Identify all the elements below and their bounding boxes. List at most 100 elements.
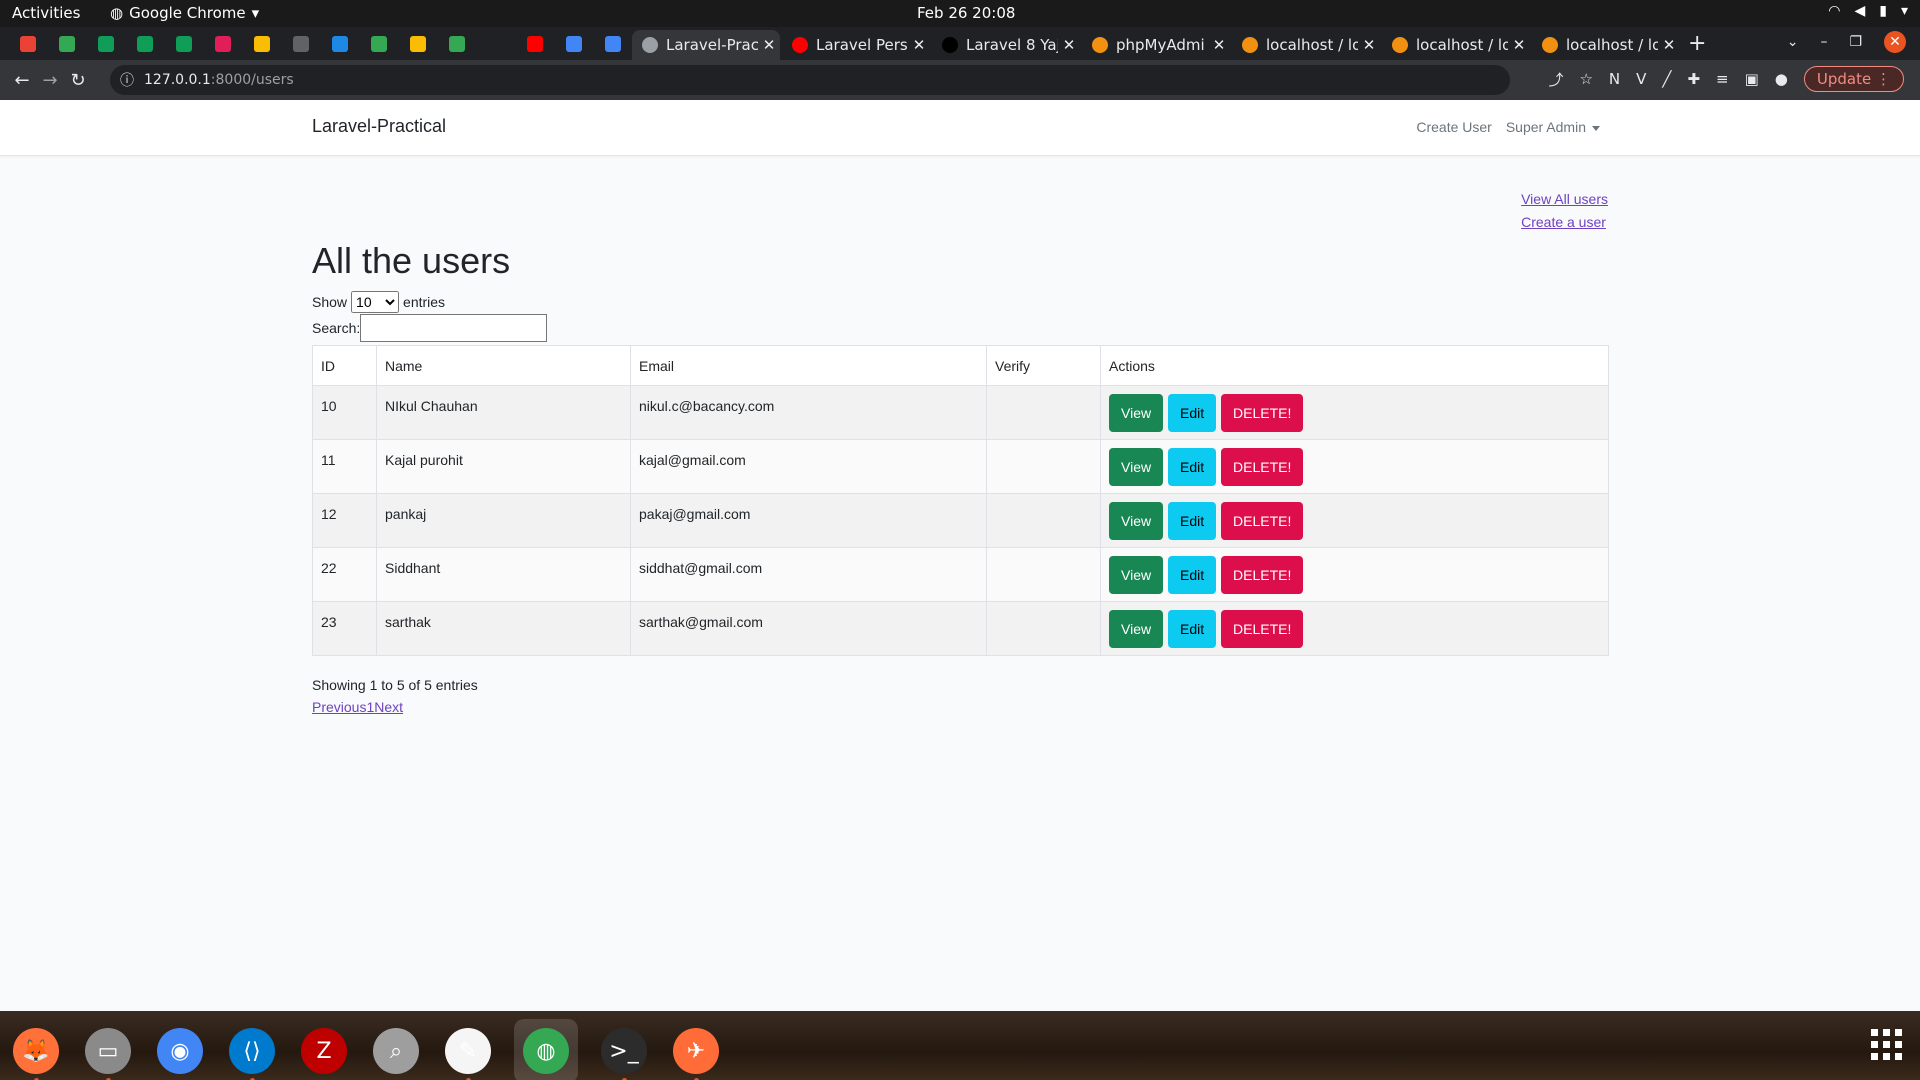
browser-tab[interactable]: localhost / lo ✕ [1232, 30, 1380, 60]
text-editor-icon[interactable]: ✎ [442, 1025, 494, 1080]
forward-button[interactable]: → [36, 70, 64, 91]
edit-button[interactable]: Edit [1167, 448, 1217, 486]
edit-button[interactable]: Edit [1167, 556, 1217, 594]
activities-button[interactable]: Activities [12, 4, 80, 22]
view-all-users-link[interactable]: View All users [1521, 188, 1608, 211]
postman-icon[interactable]: ✈ [670, 1025, 722, 1080]
pinned-tab[interactable] [133, 32, 157, 56]
pinned-tab[interactable] [211, 32, 235, 56]
browser-tab[interactable]: Laravel-Practi✕ [632, 30, 780, 60]
show-apps-grid-icon[interactable] [1871, 1029, 1902, 1060]
filezilla-icon[interactable]: Z [298, 1025, 350, 1077]
restore-button[interactable]: ❐ [1849, 34, 1862, 50]
prev-page-link[interactable]: Previous [312, 699, 366, 715]
pinned-tab[interactable] [601, 32, 625, 56]
tab-close-icon[interactable]: ✕ [1208, 36, 1230, 54]
browser-tab[interactable]: phpMyAdmi ✕ [1082, 30, 1230, 60]
pinned-tab-favicon-icon [488, 35, 504, 52]
chrome-icon[interactable]: ◍ [514, 1019, 578, 1080]
pinned-tab[interactable] [562, 32, 586, 56]
bookmark-star-icon[interactable]: ☆ [1579, 70, 1592, 88]
header-actions[interactable]: Actions [1100, 345, 1609, 386]
tab-close-icon[interactable]: ✕ [758, 36, 780, 54]
next-page-link[interactable]: Next [374, 699, 403, 715]
minimize-button[interactable]: – [1820, 34, 1827, 50]
user-menu[interactable]: Super Admin [1506, 119, 1600, 135]
search-label: Search: [312, 320, 361, 336]
delete-button[interactable]: DELETE! [1221, 556, 1304, 594]
extension-icon[interactable]: V [1636, 70, 1646, 88]
pinned-tab[interactable] [406, 32, 430, 56]
clock[interactable]: Feb 26 20:08 [917, 4, 1015, 22]
browser-tab[interactable]: localhost / lo ✕ [1532, 30, 1680, 60]
pinned-tab[interactable] [367, 32, 391, 56]
chromium-icon[interactable]: ◉ [154, 1025, 206, 1077]
view-button[interactable]: View [1109, 610, 1164, 648]
view-button[interactable]: View [1109, 556, 1164, 594]
pinned-tab[interactable] [250, 32, 274, 56]
files-icon[interactable]: ▭ [82, 1025, 134, 1080]
vscode-icon[interactable]: ⟨⟩ [226, 1025, 278, 1080]
header-verify[interactable]: Verify [986, 345, 1101, 386]
page-length-select[interactable]: 10 [351, 291, 400, 313]
pinned-tab[interactable] [484, 32, 508, 56]
dock: 🦊 ▭ ◉ ⟨⟩ Z ⌕ ✎ ◍ >_ ✈ [0, 1011, 1920, 1080]
edit-button[interactable]: Edit [1167, 502, 1217, 540]
site-info-icon[interactable]: ⓘ [120, 70, 134, 90]
browser-tab[interactable]: Laravel Perso ✕ [782, 30, 930, 60]
cell-name: sarthak [376, 601, 631, 656]
browser-tab[interactable]: localhost / lo ✕ [1382, 30, 1530, 60]
header-name[interactable]: Name [376, 345, 631, 386]
extensions-puzzle-icon[interactable]: ✚ [1687, 70, 1700, 88]
page-title: All the users [312, 240, 511, 281]
pinned-tab[interactable] [523, 32, 547, 56]
tab-close-icon[interactable]: ✕ [1508, 36, 1530, 54]
pinned-tab[interactable] [172, 32, 196, 56]
view-button[interactable]: View [1109, 394, 1164, 432]
extension-icon[interactable]: N [1609, 70, 1620, 88]
delete-button[interactable]: DELETE! [1221, 394, 1304, 432]
delete-button[interactable]: DELETE! [1221, 502, 1304, 540]
reload-button[interactable]: ↻ [64, 70, 92, 91]
nav-create-user[interactable]: Create User [1416, 119, 1491, 135]
view-button[interactable]: View [1109, 448, 1164, 486]
back-button[interactable]: ← [8, 70, 36, 91]
tab-search-icon[interactable]: ⌄ [1787, 34, 1799, 50]
tab-close-icon[interactable]: ✕ [908, 36, 930, 54]
terminal-icon[interactable]: >_ [598, 1025, 650, 1080]
image-viewer-icon[interactable]: ⌕ [370, 1025, 422, 1077]
create-user-link[interactable]: Create a user [1521, 211, 1608, 234]
view-button[interactable]: View [1109, 502, 1164, 540]
side-panel-icon[interactable]: ▣ [1745, 70, 1759, 88]
pinned-tab[interactable] [94, 32, 118, 56]
pinned-tab[interactable] [328, 32, 352, 56]
edit-button[interactable]: Edit [1167, 610, 1217, 648]
delete-button[interactable]: DELETE! [1221, 610, 1304, 648]
address-bar[interactable]: ⓘ 127.0.0.1:8000/users [110, 65, 1510, 95]
pinned-tab[interactable] [445, 32, 469, 56]
tab-close-icon[interactable]: ✕ [1658, 36, 1680, 54]
share-icon[interactable]: ⤴ [1548, 69, 1563, 90]
app-menu[interactable]: ◍ Google Chrome ▾ [110, 4, 259, 22]
new-tab-button[interactable]: + [1688, 31, 1706, 56]
system-tray[interactable]: ◠ ◀ ▮ ▾ [1828, 3, 1908, 19]
pinned-tab[interactable] [289, 32, 313, 56]
delete-button[interactable]: DELETE! [1221, 448, 1304, 486]
search-input[interactable] [360, 314, 548, 342]
browser-tab[interactable]: Laravel 8 Yaj ✕ [932, 30, 1080, 60]
media-control-icon[interactable]: ≡ [1716, 70, 1729, 88]
pinned-tab[interactable] [55, 32, 79, 56]
site-brand[interactable]: Laravel-Practical [312, 116, 446, 137]
close-window-button[interactable]: ✕ [1884, 31, 1906, 53]
update-button[interactable]: Update ⋮ [1803, 66, 1904, 92]
tab-close-icon[interactable]: ✕ [1058, 36, 1080, 54]
extension-icon[interactable]: ╱ [1662, 70, 1671, 88]
tab-close-icon[interactable]: ✕ [1358, 36, 1380, 54]
header-email[interactable]: Email [630, 345, 987, 386]
pinned-tab[interactable] [16, 32, 40, 56]
firefox-icon[interactable]: 🦊 [10, 1025, 62, 1080]
profile-avatar[interactable]: ● [1775, 70, 1788, 88]
url-text[interactable]: 127.0.0.1:8000/users [144, 72, 294, 88]
edit-button[interactable]: Edit [1167, 394, 1217, 432]
header-id[interactable]: ID [312, 345, 377, 386]
